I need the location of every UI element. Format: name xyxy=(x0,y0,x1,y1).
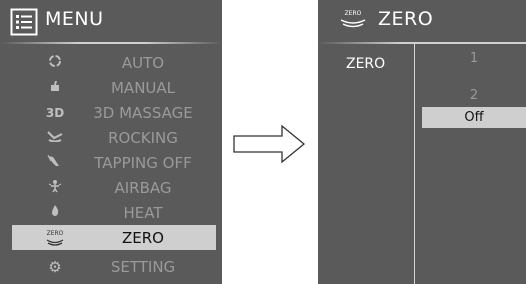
menu-header: MENU xyxy=(0,0,222,44)
heat-icon xyxy=(38,204,72,222)
zero-row-label: ZERO xyxy=(346,56,386,72)
menu-title: MENU xyxy=(45,8,104,30)
auto-icon xyxy=(38,54,72,72)
menu-list-icon[interactable] xyxy=(10,8,38,36)
menu-item-heat[interactable]: HEAT xyxy=(0,200,222,225)
header-divider xyxy=(318,42,526,44)
menu-item-label: 3D MASSAGE xyxy=(93,103,193,122)
option-off[interactable]: Off xyxy=(422,107,526,128)
column-divider xyxy=(414,44,415,284)
menu-item-label: AIRBAG xyxy=(114,178,172,197)
menu-item-label: ROCKING xyxy=(108,128,178,147)
menu-item-tapping[interactable]: TAPPING OFF xyxy=(0,150,222,175)
menu-item-auto[interactable]: AUTO xyxy=(0,50,222,75)
menu-item-label: SETTING xyxy=(110,257,176,276)
header-divider xyxy=(0,42,222,44)
menu-list: AUTO MANUAL 3D 3D MASSAGE ROCKING TAPPIN… xyxy=(0,50,222,279)
option-2[interactable]: 2 xyxy=(422,85,526,106)
menu-item-zero[interactable]: ZERO ZERO xyxy=(12,225,216,250)
menu-item-airbag[interactable]: AIRBAG xyxy=(0,175,222,200)
menu-item-label: MANUAL xyxy=(110,78,176,97)
menu-item-setting[interactable]: ⚙ SETTING xyxy=(0,254,222,279)
menu-item-manual[interactable]: MANUAL xyxy=(0,75,222,100)
airbag-icon xyxy=(38,179,72,197)
zero-header: ZERO ZERO xyxy=(318,0,526,44)
menu-panel: MENU AUTO MANUAL 3D 3D MASSAGE ROCKING T… xyxy=(0,0,222,284)
zero-title: ZERO xyxy=(378,8,434,30)
menu-item-3d-massage[interactable]: 3D 3D MASSAGE xyxy=(0,100,222,125)
tapping-icon xyxy=(38,154,72,172)
option-1[interactable]: 1 xyxy=(422,48,526,69)
zero-header-icon-text: ZERO xyxy=(344,10,362,17)
menu-item-label: HEAT xyxy=(123,203,163,222)
menu-item-label: TAPPING OFF xyxy=(94,153,192,172)
zero-icon: ZERO xyxy=(38,230,72,246)
zero-icon-text: ZERO xyxy=(46,229,64,237)
menu-item-label: ZERO xyxy=(122,228,164,247)
gear-icon: ⚙ xyxy=(48,257,62,276)
zero-panel: ZERO ZERO ZERO 1 2 Off xyxy=(318,0,526,284)
zero-header-icon: ZERO xyxy=(340,10,366,28)
arrow-right-icon xyxy=(233,124,306,164)
menu-item-label: AUTO xyxy=(121,53,165,72)
3d-icon: 3D xyxy=(45,105,65,120)
menu-item-rocking[interactable]: ROCKING xyxy=(0,125,222,150)
manual-icon xyxy=(38,79,72,97)
rocking-icon xyxy=(38,130,72,146)
